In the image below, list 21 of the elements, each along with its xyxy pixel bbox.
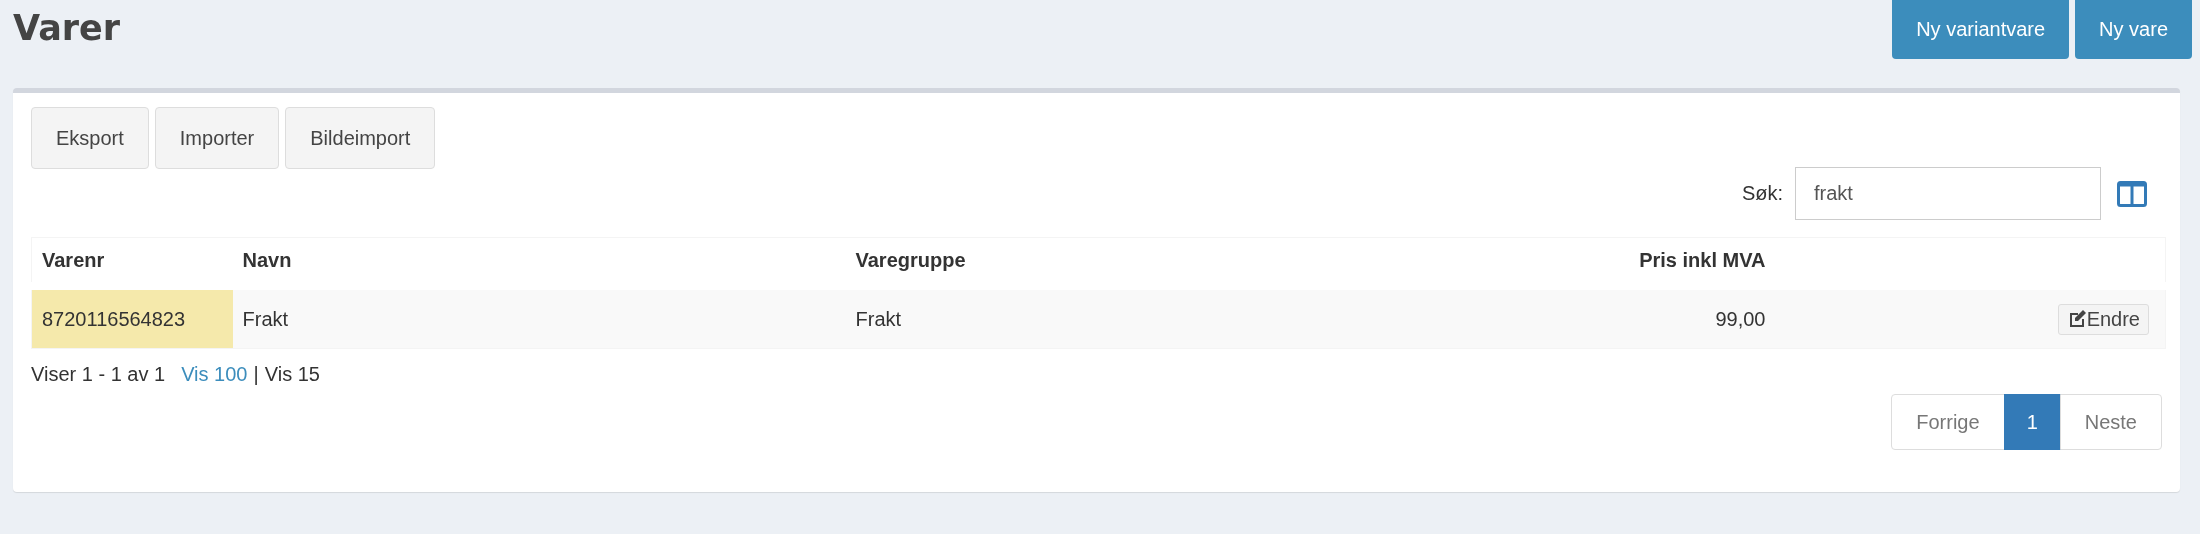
pagination-button[interactable]: Neste [2059, 394, 2162, 450]
new-item-button[interactable]: Ny variantvare [1892, 0, 2070, 59]
show-15-text: Vis 15 [264, 363, 320, 386]
pagination-button[interactable]: 1 [2003, 394, 2061, 450]
column-header: Pris inkl MVA [1639, 248, 1766, 271]
new-item-button[interactable]: Ny vare [2075, 0, 2192, 59]
edit-button[interactable]: Endre [2057, 303, 2149, 335]
column-header: Varegruppe [855, 248, 966, 271]
columns-icon[interactable] [2117, 180, 2147, 207]
column-header: Navn [242, 248, 292, 271]
toolbar-button[interactable]: Bildeimport [285, 107, 436, 169]
page-title: Varer [13, 8, 121, 48]
toolbar-button[interactable]: Importer [154, 107, 280, 169]
toolbar-button[interactable]: Eksport [31, 107, 149, 169]
pagination-button[interactable]: Forrige [1891, 394, 2005, 450]
results-info: Viser 1 - 1 av 1 [31, 363, 166, 386]
search-field[interactable]: frakt [1795, 167, 2101, 220]
separator-text: | [253, 363, 259, 386]
show-100-link[interactable]: Vis 100 [181, 363, 248, 386]
search-label: Søk: [1741, 182, 1783, 205]
column-header: Varenr [42, 248, 105, 271]
